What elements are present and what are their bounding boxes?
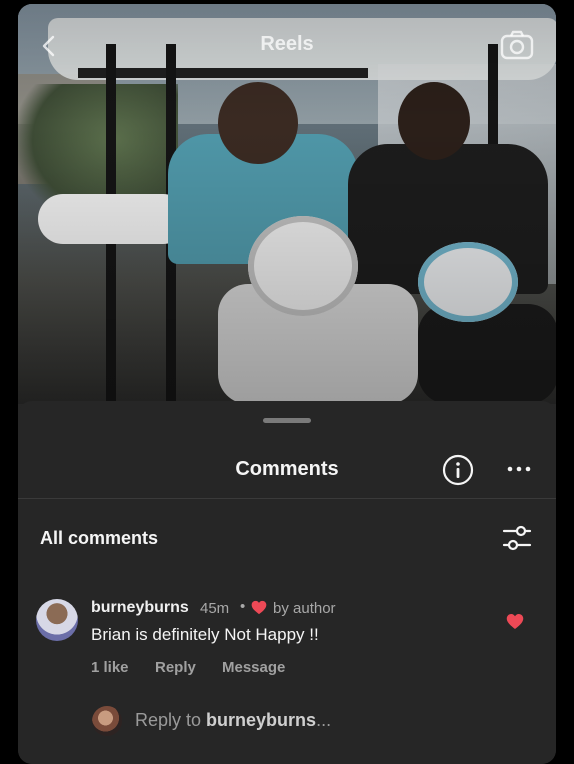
reply-target-username: burneyburns — [206, 710, 317, 730]
meta-separator: • — [240, 598, 246, 615]
reels-comments-screen: Reels Comments All comments burneyburns … — [18, 4, 556, 764]
reply-prefix: Reply to — [135, 710, 207, 730]
more-horizontal-icon[interactable] — [506, 461, 532, 477]
comment-reply-button[interactable]: Reply — [155, 659, 196, 676]
comment-item: burneyburns 45m • by author Brian is def… — [18, 591, 556, 681]
camera-icon[interactable] — [500, 30, 534, 60]
reply-input[interactable]: Reply to burneyburns... — [135, 710, 331, 731]
all-comments-label: All comments — [40, 528, 159, 548]
comment-text: Brian is definitely Not Happy !! — [91, 625, 319, 644]
comment-message-button[interactable]: Message — [222, 659, 285, 676]
author-heart-icon — [251, 600, 267, 615]
reply-ellipsis: ... — [316, 710, 332, 730]
reels-title: Reels — [260, 33, 314, 55]
reel-video[interactable]: Reels — [18, 4, 556, 404]
reply-composer: Reply to burneyburns... — [18, 701, 556, 741]
commenter-avatar[interactable] — [36, 599, 78, 641]
comments-sheet: Comments All comments burneyburns 45m • — [18, 401, 556, 764]
sliders-icon[interactable] — [502, 524, 532, 552]
comment-like-count[interactable]: 1 like — [91, 659, 129, 676]
reels-top-bar: Reels — [18, 24, 556, 68]
heart-icon[interactable] — [506, 613, 524, 630]
sheet-drag-handle[interactable] — [263, 418, 311, 423]
info-icon[interactable] — [442, 454, 474, 486]
comment-username[interactable]: burneyburns — [91, 599, 189, 617]
header-divider — [18, 498, 556, 499]
comment-timestamp: 45m — [200, 600, 230, 617]
comments-title: Comments — [235, 458, 339, 480]
liked-by-author-label: by author — [273, 600, 336, 617]
current-user-avatar — [92, 706, 122, 736]
